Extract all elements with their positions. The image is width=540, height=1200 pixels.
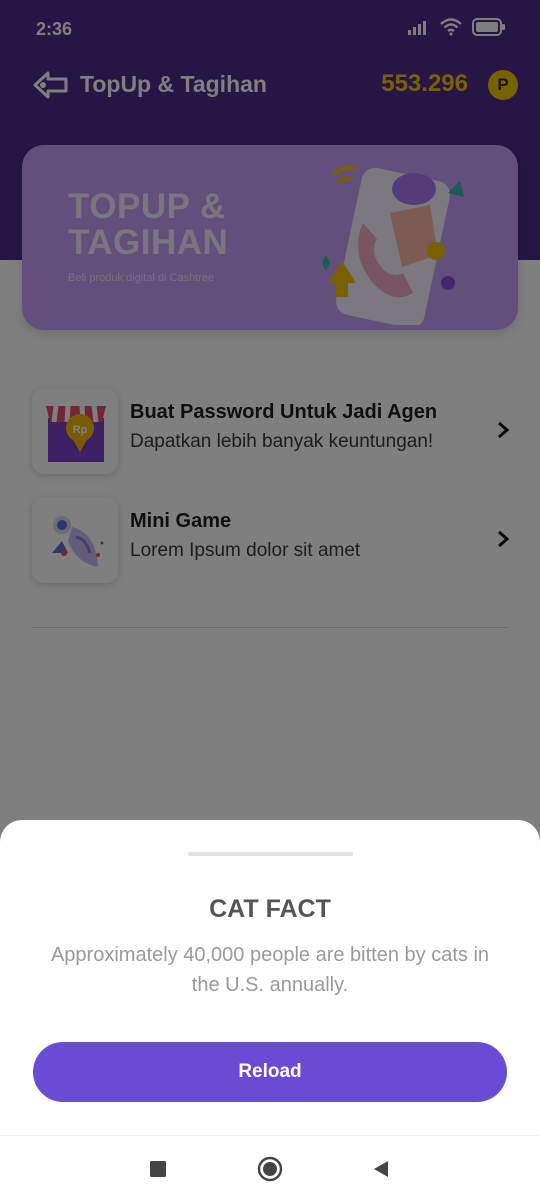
back-icon[interactable] [368,1156,394,1182]
sheet-drag-handle[interactable] [188,852,353,856]
reload-button[interactable]: Reload [33,1042,507,1102]
cat-fact-text: Approximately 40,000 people are bitten b… [50,944,490,996]
recent-apps-icon[interactable] [145,1156,171,1182]
home-icon[interactable] [257,1156,283,1182]
sheet-title: CAT FACT [209,895,331,923]
screen: 2:36 TopUp [0,0,540,1200]
system-nav-bar [0,1135,540,1200]
